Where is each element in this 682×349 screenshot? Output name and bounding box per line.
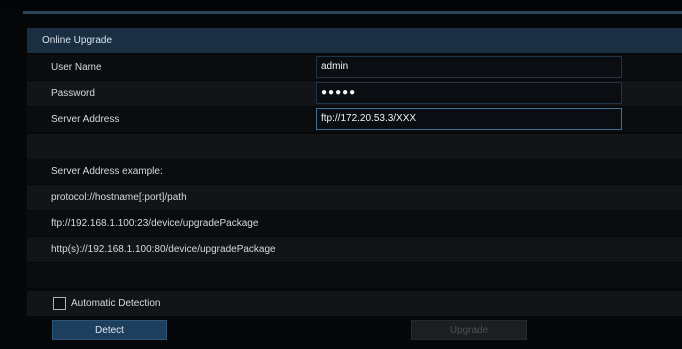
user-name-field[interactable]: admin <box>316 56 622 78</box>
spacer-row <box>27 134 682 159</box>
spacer-row <box>27 263 682 288</box>
user-name-label: User Name <box>51 62 102 73</box>
server-address-label: Server Address <box>51 114 120 125</box>
help-format: protocol://hostname[:port]/path <box>51 192 187 203</box>
auto-detection-label[interactable]: Automatic Detection <box>71 297 161 310</box>
server-address-field[interactable]: ftp://172.20.53.3/XXX <box>316 108 622 130</box>
password-field[interactable]: ●●●●● <box>316 82 622 104</box>
help-format-row: protocol://hostname[:port]/path <box>27 185 682 210</box>
auto-detection-checkbox[interactable] <box>53 297 66 310</box>
help-heading-row: Server Address example: <box>27 159 682 184</box>
upgrade-button[interactable]: Upgrade <box>411 320 527 340</box>
detect-button[interactable]: Detect <box>52 320 167 340</box>
help-example-http: http(s)://192.168.1.100:80/device/upgrad… <box>51 244 276 255</box>
help-http-row: http(s)://192.168.1.100:80/device/upgrad… <box>27 237 682 262</box>
password-label: Password <box>51 88 95 99</box>
help-example-ftp: ftp://192.168.1.100:23/device/upgradePac… <box>51 218 259 229</box>
section-header: Online Upgrade <box>27 28 682 53</box>
help-ftp-row: ftp://192.168.1.100:23/device/upgradePac… <box>27 211 682 236</box>
help-heading: Server Address example: <box>51 166 163 177</box>
